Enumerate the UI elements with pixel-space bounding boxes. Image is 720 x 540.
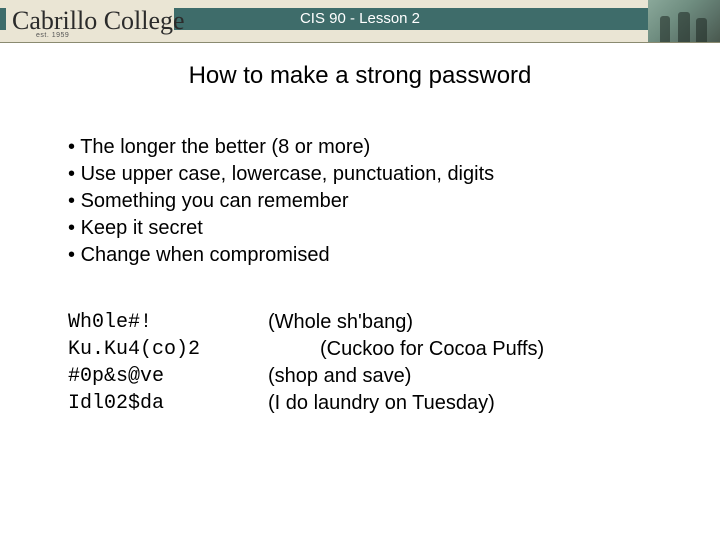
bullet-item: Use upper case, lowercase, punctuation, … bbox=[68, 161, 680, 188]
bullet-item: Change when compromised bbox=[68, 242, 680, 269]
example-password: Idl02$da bbox=[68, 390, 268, 417]
example-password: Ku.Ku4(co)2 bbox=[68, 336, 268, 363]
example-password: #0p&s@ve bbox=[68, 363, 268, 390]
password-examples: Wh0le#! Ku.Ku4(co)2 #0p&s@ve Idl02$da (W… bbox=[68, 309, 680, 417]
example-hint: (shop and save) bbox=[268, 363, 680, 390]
bullet-item: Keep it secret bbox=[68, 215, 680, 242]
example-hint: (I do laundry on Tuesday) bbox=[268, 390, 680, 417]
bullet-list: The longer the better (8 or more) Use up… bbox=[68, 134, 680, 269]
example-password: Wh0le#! bbox=[68, 309, 268, 336]
bullet-item: Something you can remember bbox=[68, 188, 680, 215]
header-photo bbox=[648, 0, 720, 42]
slide-title: How to make a strong password bbox=[40, 62, 680, 90]
slide-content: How to make a strong password The longer… bbox=[0, 42, 720, 417]
example-hint: (Whole sh'bang) bbox=[268, 309, 680, 336]
bullet-item: The longer the better (8 or more) bbox=[68, 134, 680, 161]
logo-subtext: est. 1959 bbox=[36, 32, 69, 39]
course-title: CIS 90 - Lesson 2 bbox=[0, 8, 720, 30]
example-hints-column: (Whole sh'bang) (Cuckoo for Cocoa Puffs)… bbox=[268, 309, 680, 417]
example-passwords-column: Wh0le#! Ku.Ku4(co)2 #0p&s@ve Idl02$da bbox=[68, 309, 268, 417]
example-hint: (Cuckoo for Cocoa Puffs) bbox=[268, 336, 680, 363]
slide-header: Cabrillo College est. 1959 CIS 90 - Less… bbox=[0, 0, 720, 42]
